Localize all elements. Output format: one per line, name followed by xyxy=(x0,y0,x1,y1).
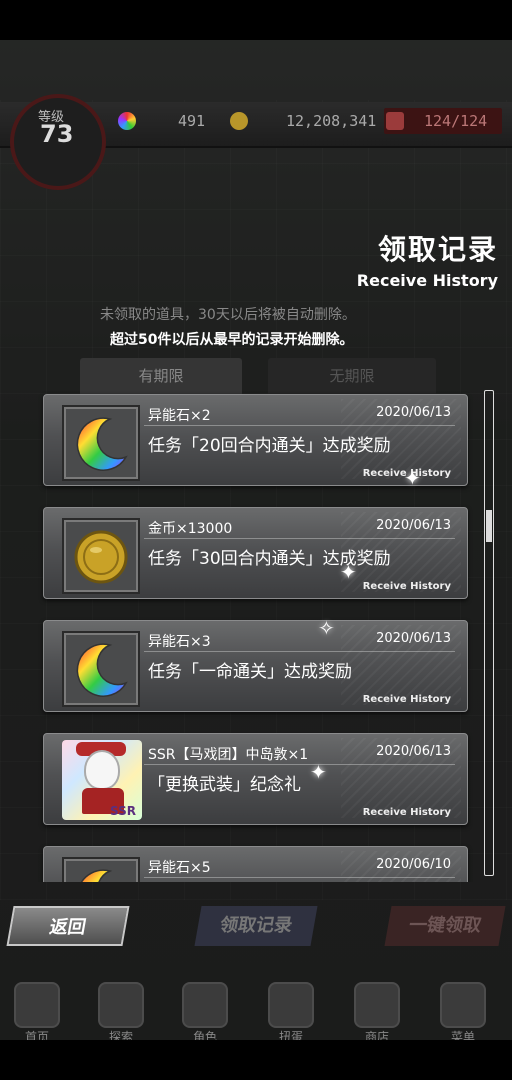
list-item[interactable]: 异能石×3 2020/06/13 任务「一命通关」达成奖励 Receive Hi… xyxy=(43,620,468,712)
item-name: SSR【马戏团】中岛敦×1 xyxy=(148,747,309,763)
moon-stone-icon xyxy=(62,631,140,707)
sparkle-icon: ✧ xyxy=(318,616,335,640)
back-button[interactable]: 返回 xyxy=(6,906,130,946)
shop-icon xyxy=(354,982,400,1028)
system-top-bar xyxy=(0,0,512,40)
history-button[interactable]: 领取记录 xyxy=(194,906,318,946)
list-item[interactable]: SSR SSR【马戏团】中岛敦×1 2020/06/13 「更换武装」纪念礼 R… xyxy=(43,733,468,825)
item-name: 金币×13000 xyxy=(148,521,233,537)
history-list[interactable]: 异能石×2 2020/06/13 任务「20回合内通关」达成奖励 Receive… xyxy=(0,388,512,882)
nav-label: 扭蛋 xyxy=(278,1030,303,1040)
nav-label: 角色 xyxy=(192,1030,217,1040)
divider xyxy=(144,764,455,765)
nav-label: 菜单 xyxy=(450,1030,475,1040)
item-name: 异能石×3 xyxy=(148,634,211,650)
item-description: 任务「20回合内通关」达成奖励 xyxy=(148,436,391,456)
sparkle-icon: ✦ xyxy=(340,560,357,584)
nav-label: 商店 xyxy=(364,1030,389,1040)
item-tag: Receive History xyxy=(362,694,451,705)
page-subtitle: Receive History xyxy=(356,271,498,290)
system-bottom-bar xyxy=(0,1040,512,1080)
list-item[interactable]: 金币×13000 2020/06/13 任务「30回合内通关」达成奖励 Rece… xyxy=(43,507,468,599)
nav-shop[interactable]: 商店 xyxy=(342,980,412,1040)
item-date: 2020/06/10 xyxy=(376,857,451,872)
scrollbar-track[interactable] xyxy=(484,390,494,876)
stone-count: 491 xyxy=(178,112,206,130)
item-name: 异能石×5 xyxy=(148,860,211,876)
nav-label: 探索 xyxy=(108,1030,133,1040)
item-name: 异能石×2 xyxy=(148,408,211,424)
nav-characters[interactable]: 角色 xyxy=(170,980,240,1040)
item-date: 2020/06/13 xyxy=(376,744,451,759)
item-description: 「更换武装」纪念礼 xyxy=(148,775,301,795)
nav-label: 首页 xyxy=(24,1030,49,1040)
nav-gacha[interactable]: 扭蛋 xyxy=(256,980,326,1040)
item-date: 2020/06/13 xyxy=(376,405,451,420)
moon-stone-icon xyxy=(62,405,140,481)
home-icon xyxy=(14,982,60,1028)
heart-icon xyxy=(386,112,404,130)
bottom-nav: 首页 探索 角色 扭蛋 商店 菜单 xyxy=(0,980,512,1040)
nav-home[interactable]: 首页 xyxy=(2,980,72,1040)
expiry-note: 未领取的道具，30天以后将被自动删除。 xyxy=(100,307,356,323)
scrollbar-thumb[interactable] xyxy=(486,510,492,542)
coin-icon xyxy=(230,112,248,130)
sparkle-icon: ✦ xyxy=(404,466,421,490)
ssr-card-icon: SSR xyxy=(62,740,142,820)
divider xyxy=(144,538,455,539)
stamina-value: 124/124 xyxy=(424,112,488,130)
divider xyxy=(144,877,455,878)
stone-icon xyxy=(118,112,136,130)
item-tag: Receive History xyxy=(362,581,451,592)
claim-all-button[interactable]: 一键领取 xyxy=(384,906,506,946)
sparkle-icon: ✦ xyxy=(310,760,327,784)
nav-menu[interactable]: 菜单 xyxy=(428,980,498,1040)
coin-count: 12,208,341 xyxy=(286,112,377,130)
level-value: 73 xyxy=(40,120,74,148)
character-face xyxy=(84,750,120,790)
item-description: 任务「一命通关」达成奖励 xyxy=(148,662,352,682)
divider xyxy=(144,425,455,426)
gold-coin-icon xyxy=(62,518,140,594)
divider xyxy=(144,651,455,652)
nav-explore[interactable]: 探索 xyxy=(86,980,156,1040)
menu-gear-icon xyxy=(440,982,486,1028)
limit-note: 超过50件以后从最早的记录开始删除。 xyxy=(110,332,354,348)
characters-icon xyxy=(182,982,228,1028)
item-date: 2020/06/13 xyxy=(376,518,451,533)
moon-stone-icon xyxy=(62,857,140,882)
ssr-badge: SSR xyxy=(110,804,136,818)
page-title: 领取记录 xyxy=(377,233,498,266)
item-date: 2020/06/13 xyxy=(376,631,451,646)
item-tag: Receive History xyxy=(362,807,451,818)
explore-icon xyxy=(98,982,144,1028)
gacha-icon xyxy=(268,982,314,1028)
list-item[interactable]: 异能石×5 2020/06/10 xyxy=(43,846,468,882)
game-screen: 等级 73 491 12,208,341 124/124 领取记录 Receiv… xyxy=(0,40,512,1040)
